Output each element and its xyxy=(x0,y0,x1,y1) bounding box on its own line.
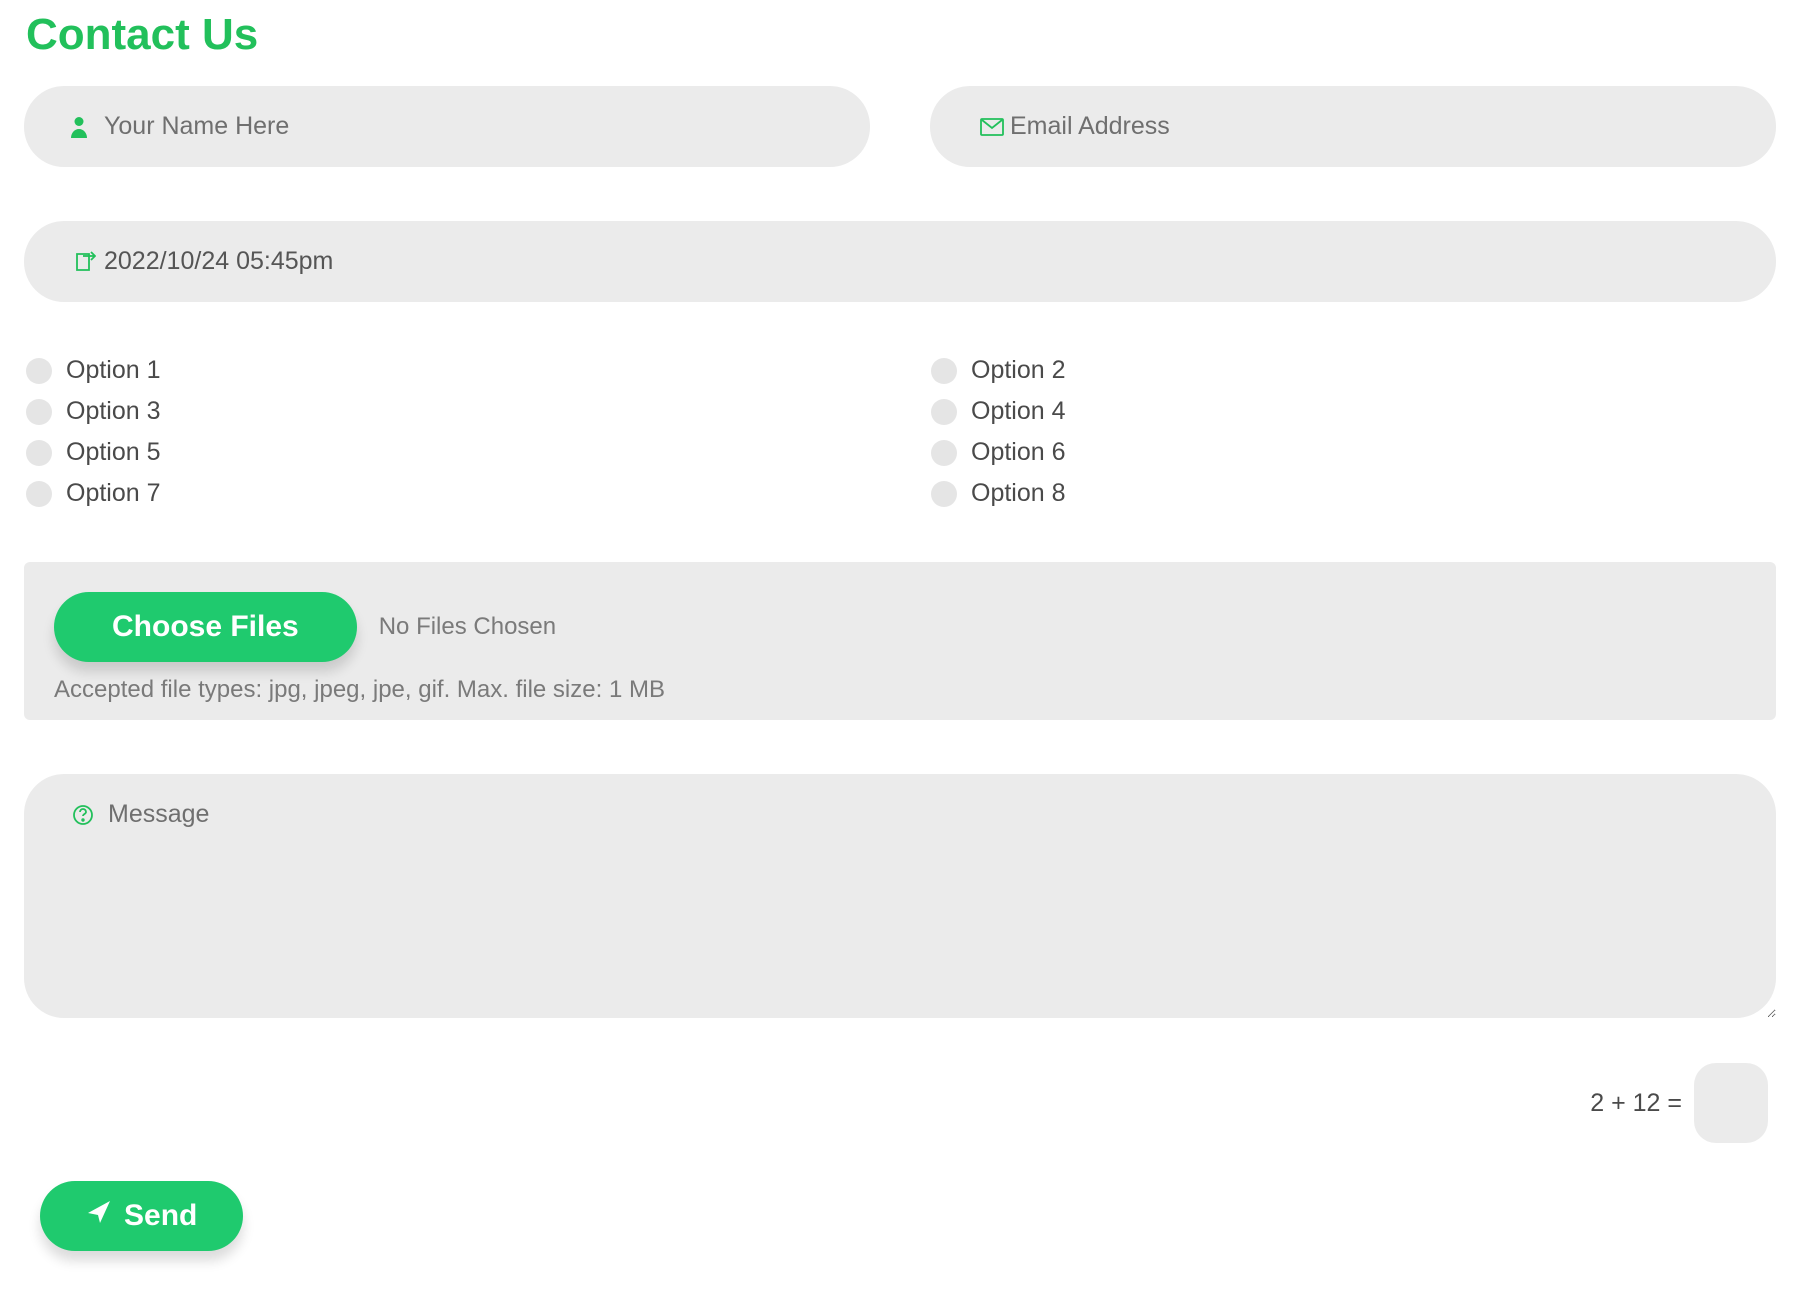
checkbox-icon xyxy=(931,440,957,466)
checkbox-label: Option 1 xyxy=(66,356,161,385)
checkbox-icon xyxy=(26,399,52,425)
checkbox-label: Option 8 xyxy=(971,479,1066,508)
checkbox-icon xyxy=(26,440,52,466)
choose-files-button[interactable]: Choose Files xyxy=(54,592,357,662)
datetime-input[interactable] xyxy=(24,221,1776,302)
datetime-field-wrap xyxy=(24,221,1776,302)
user-icon xyxy=(70,116,88,138)
captcha-question: 2 + 12 = xyxy=(1590,1089,1682,1118)
checkbox-group: Option 1 Option 2 Option 3 Option 4 Opti… xyxy=(24,356,1776,508)
checkbox-icon xyxy=(931,481,957,507)
email-input[interactable] xyxy=(930,86,1776,167)
checkbox-item[interactable]: Option 8 xyxy=(931,479,1776,508)
checkbox-item[interactable]: Option 5 xyxy=(26,438,871,467)
captcha-row: 2 + 12 = xyxy=(24,1063,1776,1143)
checkbox-icon xyxy=(26,481,52,507)
checkbox-label: Option 4 xyxy=(971,397,1066,426)
checkbox-label: Option 6 xyxy=(971,438,1066,467)
envelope-icon xyxy=(980,118,1004,136)
calendar-arrow-icon xyxy=(74,251,96,273)
checkbox-label: Option 7 xyxy=(66,479,161,508)
name-field-wrap xyxy=(24,86,870,167)
file-upload-hint: Accepted file types: jpg, jpeg, jpe, gif… xyxy=(54,676,1746,704)
help-circle-icon xyxy=(72,804,94,831)
send-button[interactable]: Send xyxy=(40,1181,243,1251)
checkbox-item[interactable]: Option 1 xyxy=(26,356,871,385)
checkbox-label: Option 3 xyxy=(66,397,161,426)
file-upload-status: No Files Chosen xyxy=(379,613,556,641)
checkbox-label: Option 5 xyxy=(66,438,161,467)
message-textarea[interactable] xyxy=(24,774,1776,1018)
checkbox-icon xyxy=(931,358,957,384)
checkbox-icon xyxy=(26,358,52,384)
file-upload-block: Choose Files No Files Chosen Accepted fi… xyxy=(24,562,1776,720)
checkbox-item[interactable]: Option 4 xyxy=(931,397,1776,426)
email-field-wrap xyxy=(930,86,1776,167)
paper-plane-icon xyxy=(86,1199,112,1233)
page-title: Contact Us xyxy=(24,10,1776,60)
checkbox-icon xyxy=(931,399,957,425)
checkbox-item[interactable]: Option 3 xyxy=(26,397,871,426)
send-button-label: Send xyxy=(124,1199,197,1233)
name-input[interactable] xyxy=(24,86,870,167)
message-field-wrap xyxy=(24,774,1776,1023)
checkbox-label: Option 2 xyxy=(971,356,1066,385)
captcha-input[interactable] xyxy=(1694,1063,1768,1143)
checkbox-item[interactable]: Option 7 xyxy=(26,479,871,508)
checkbox-item[interactable]: Option 6 xyxy=(931,438,1776,467)
checkbox-item[interactable]: Option 2 xyxy=(931,356,1776,385)
